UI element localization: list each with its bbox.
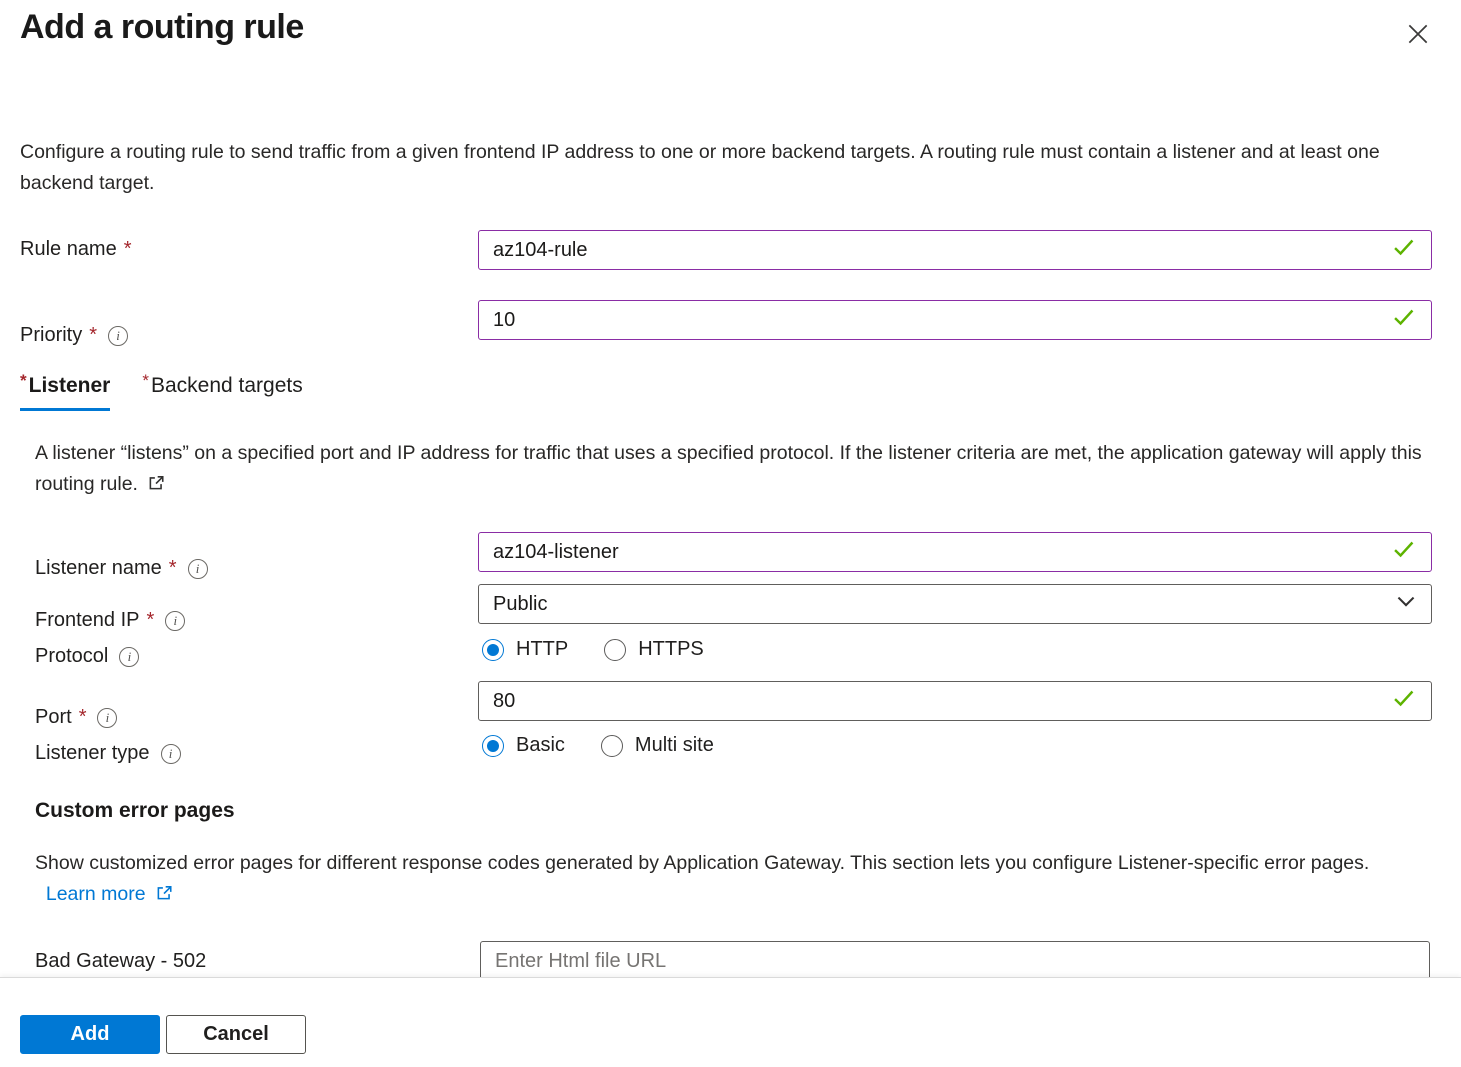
dialog-description: Configure a routing rule to send traffic… <box>20 137 1385 199</box>
valid-check-icon <box>1391 304 1417 336</box>
frontend-ip-value: Public <box>493 593 1387 616</box>
chevron-down-icon <box>1395 590 1417 618</box>
dialog-scroll-area: Add a routing rule Configure a routing r… <box>0 0 1461 977</box>
custom-error-pages-heading: Custom error pages <box>35 799 235 823</box>
frontend-ip-dropdown[interactable]: Public <box>478 584 1432 624</box>
required-asterisk: * <box>169 557 177 580</box>
required-asterisk: * <box>20 371 27 390</box>
learn-more-link[interactable]: Learn more <box>46 883 146 905</box>
valid-check-icon <box>1391 536 1417 568</box>
valid-check-icon <box>1391 234 1417 266</box>
close-icon[interactable] <box>1396 12 1440 56</box>
tab-backend-targets[interactable]: *Backend targets <box>142 371 302 411</box>
priority-field <box>478 300 1432 340</box>
rule-name-input[interactable] <box>493 239 1383 262</box>
info-icon[interactable]: i <box>188 559 208 579</box>
radio-circle <box>482 735 504 757</box>
listener-description: A listener “listens” on a specified port… <box>35 438 1430 502</box>
port-label: Port* i <box>35 706 117 729</box>
bad-gateway-502-url-input[interactable] <box>495 950 1415 973</box>
info-icon[interactable]: i <box>97 708 117 728</box>
protocol-label: Protocol i <box>35 645 139 668</box>
rule-name-field <box>478 230 1432 270</box>
priority-label: Priority* i <box>20 324 128 347</box>
radio-http[interactable]: HTTP <box>482 638 568 661</box>
cancel-button[interactable]: Cancel <box>166 1015 306 1054</box>
radio-https[interactable]: HTTPS <box>604 638 704 661</box>
required-asterisk: * <box>147 609 155 632</box>
required-asterisk: * <box>142 371 149 390</box>
protocol-radio-group: HTTP HTTPS <box>482 638 740 661</box>
bad-gateway-502-field <box>480 941 1430 977</box>
bad-gateway-502-label: Bad Gateway - 502 <box>35 950 206 973</box>
add-button[interactable]: Add <box>20 1015 160 1054</box>
tab-bar: *Listener *Backend targets <box>20 371 303 411</box>
frontend-ip-label: Frontend IP* i <box>35 609 185 632</box>
radio-multi-site[interactable]: Multi site <box>601 734 714 757</box>
radio-circle <box>601 735 623 757</box>
port-input[interactable] <box>493 690 1383 713</box>
external-link-icon[interactable] <box>147 475 165 497</box>
valid-check-icon <box>1391 685 1417 717</box>
priority-input[interactable] <box>493 309 1383 332</box>
custom-error-description: Show customized error pages for differen… <box>35 848 1400 912</box>
info-icon[interactable]: i <box>119 647 139 667</box>
radio-circle <box>482 639 504 661</box>
listener-name-input[interactable] <box>493 541 1383 564</box>
external-link-icon[interactable] <box>150 885 173 907</box>
dialog-footer: Add Cancel <box>0 977 1461 1067</box>
radio-basic[interactable]: Basic <box>482 734 565 757</box>
listener-name-label: Listener name* i <box>35 557 208 580</box>
info-icon[interactable]: i <box>161 744 181 764</box>
page-title: Add a routing rule <box>20 8 304 47</box>
required-asterisk: * <box>124 238 132 261</box>
required-asterisk: * <box>89 324 97 347</box>
add-routing-rule-dialog: Add a routing rule Configure a routing r… <box>0 0 1461 1067</box>
listener-name-field <box>478 532 1432 572</box>
info-icon[interactable]: i <box>108 326 128 346</box>
tab-listener[interactable]: *Listener <box>20 371 110 411</box>
port-field <box>478 681 1432 721</box>
info-icon[interactable]: i <box>165 611 185 631</box>
listener-type-radio-group: Basic Multi site <box>482 734 750 757</box>
radio-circle <box>604 639 626 661</box>
listener-type-label: Listener type i <box>35 742 181 765</box>
required-asterisk: * <box>79 706 87 729</box>
rule-name-label: Rule name* <box>20 238 132 261</box>
